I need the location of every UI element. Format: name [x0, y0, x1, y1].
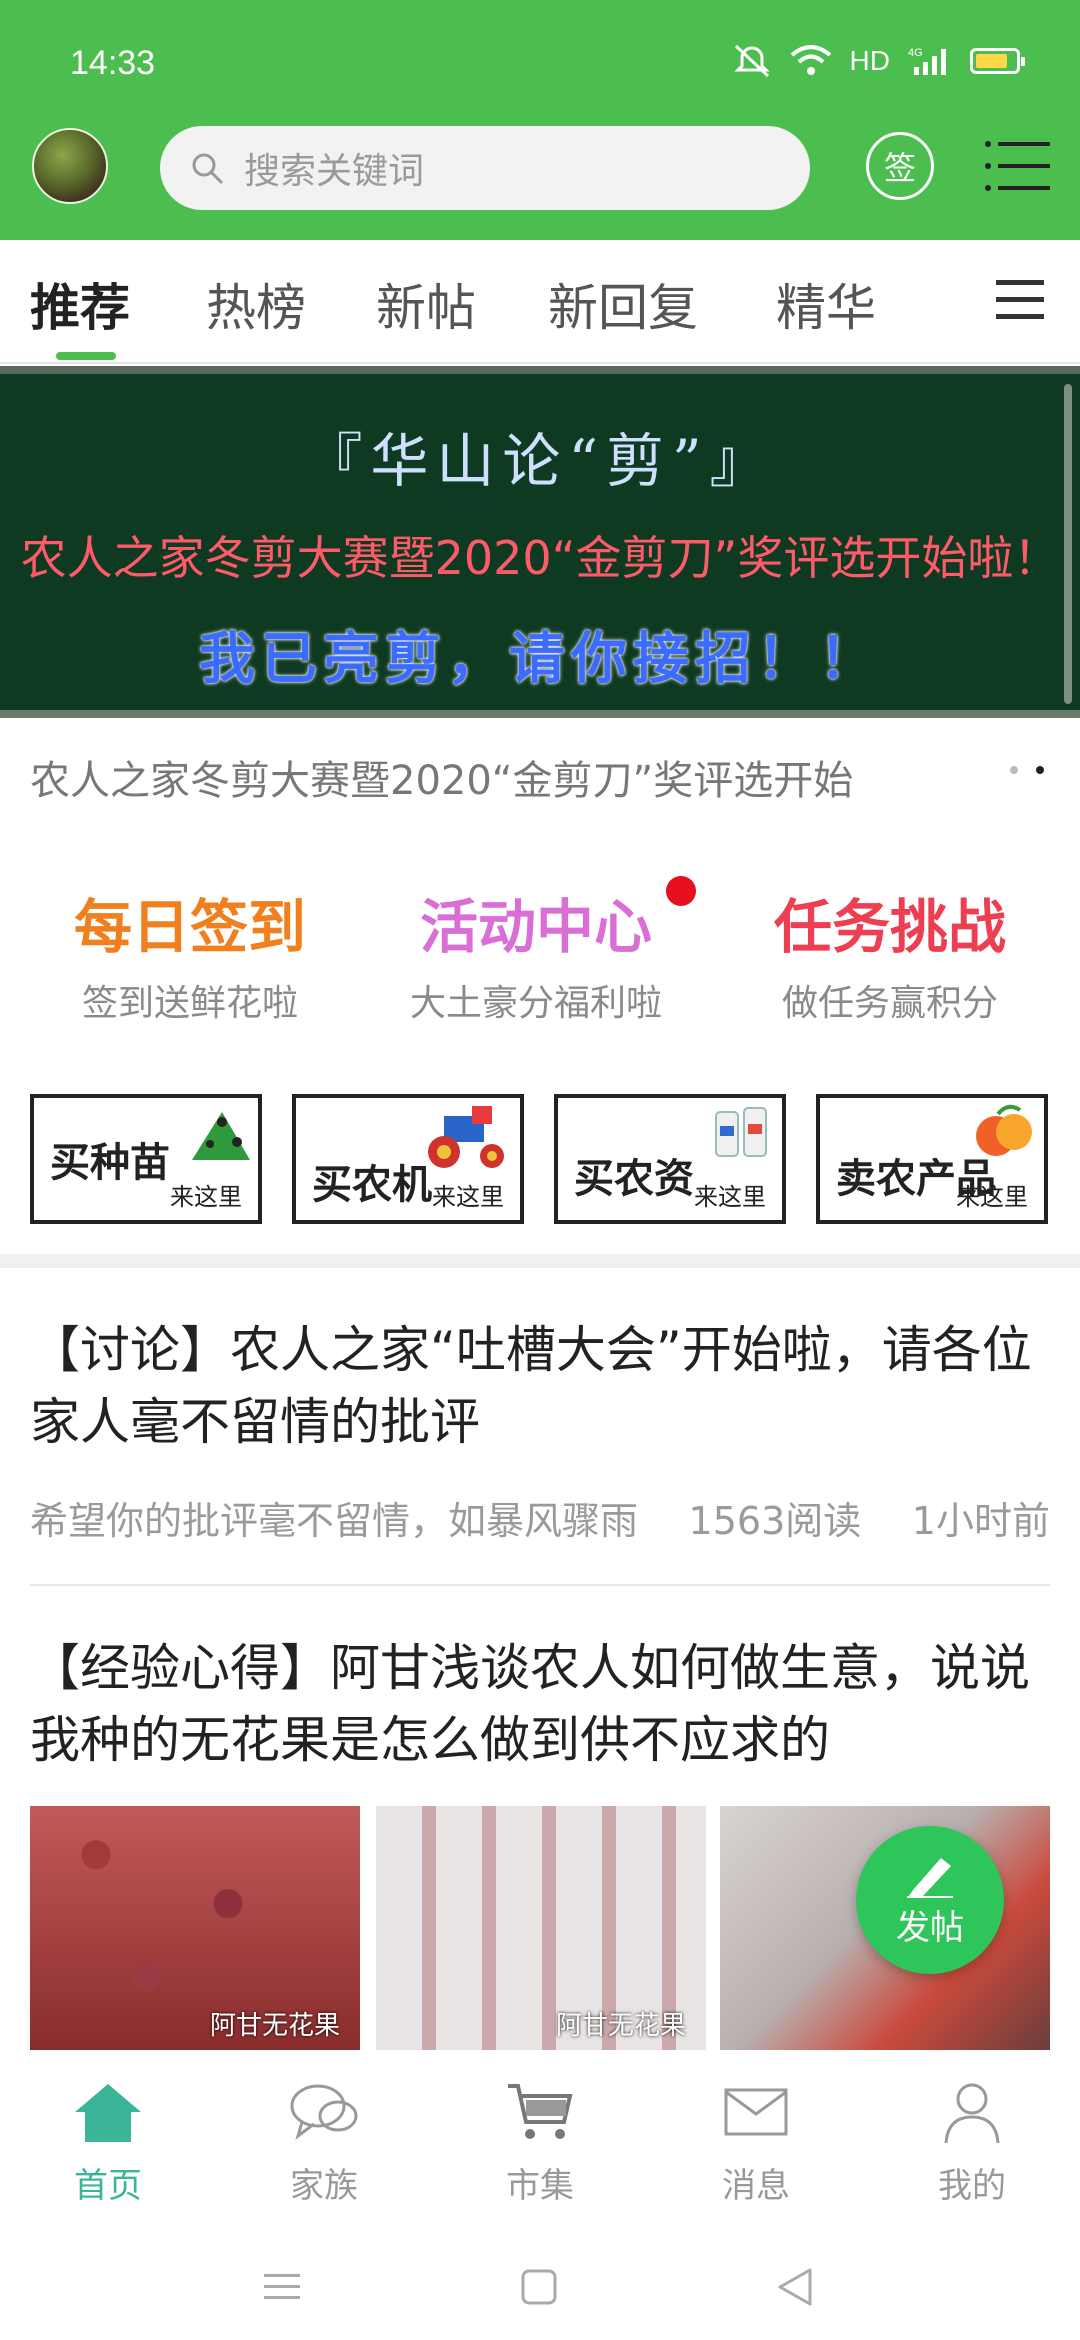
notification-dot: [666, 876, 696, 906]
carousel-dot-active[interactable]: [1036, 766, 1044, 774]
card-sub: 来这里: [956, 1183, 1028, 1211]
avatar[interactable]: [32, 128, 108, 204]
buy-seedlings-card[interactable]: 买种苗 来这里: [30, 1094, 262, 1224]
signal-icon: 4G: [908, 47, 946, 75]
post-title[interactable]: 【经验心得】阿甘浅谈农人如何做生意，说说我种的无花果是怎么做到供不应求的: [30, 1632, 1050, 1776]
banner-subheading: 农人之家冬剪大赛暨2020“金剪刀”奖评选开始啦！: [20, 531, 1060, 585]
nav-label: 消息: [722, 2166, 790, 2206]
banner-heading: 『华山论“剪”』: [304, 427, 776, 495]
card-label: 买农资: [574, 1156, 694, 1202]
svg-text:4G: 4G: [908, 47, 923, 59]
nav-family[interactable]: 家族: [224, 2074, 424, 2207]
mail-icon: [724, 2088, 788, 2136]
seedling-icon: [192, 1112, 250, 1160]
new-post-button[interactable]: 发帖: [856, 1826, 1004, 1974]
status-time: 14:33: [70, 44, 156, 82]
nav-profile[interactable]: 我的: [872, 2074, 1072, 2207]
carousel-dot[interactable]: [1010, 766, 1018, 774]
card-label: 买种苗: [50, 1140, 170, 1186]
pencil-icon: [907, 1857, 953, 1898]
nav-home[interactable]: 首页: [8, 2074, 208, 2207]
tab-hot[interactable]: 热榜: [206, 268, 306, 340]
post-title[interactable]: 【讨论】农人之家“吐槽大会”开始啦，请各位家人毫不留情的批评: [30, 1314, 1050, 1458]
category-tabs: 推荐 热榜 新帖 新回复 精华: [0, 240, 1080, 364]
sign-in-label: 签: [883, 149, 916, 187]
buy-supplies-card[interactable]: 买农资 来这里: [554, 1094, 786, 1224]
search-icon: [192, 153, 223, 184]
tab-new-posts[interactable]: 新帖: [376, 268, 476, 340]
tab-new-replies[interactable]: 新回复: [548, 268, 698, 340]
fertilizer-icon: [715, 1107, 767, 1157]
wifi-icon: [790, 45, 831, 75]
promo-banner[interactable]: 『华山论“剪”』 农人之家冬剪大赛暨2020“金剪刀”奖评选开始啦！ 我已亮剪，…: [0, 366, 1080, 718]
buy-machinery-card[interactable]: 买农机 来这里: [292, 1094, 524, 1224]
post-excerpt: 希望你的批评毫不留情，如暴风骤雨: [30, 1499, 639, 1543]
hd-indicator: HD: [849, 45, 890, 76]
thumb-label: 阿甘无花果: [555, 2011, 686, 2041]
card-sub: 来这里: [432, 1183, 504, 1211]
card-sub: 来这里: [170, 1183, 242, 1211]
post-reads: 1563阅读: [688, 1499, 862, 1543]
cart-icon: [508, 2084, 573, 2139]
tab-featured[interactable]: 精华: [776, 268, 876, 340]
bottom-nav: 首页 家族 市集 消息 我的: [0, 2050, 1080, 2230]
top-bar: 14:33 HD 4G 搜索关键词 签: [0, 0, 1080, 240]
status-icons: HD 4G: [732, 44, 1025, 78]
battery-icon: [970, 48, 1025, 74]
search-bar[interactable]: 搜索关键词: [160, 126, 810, 210]
banner-caption: 农人之家冬剪大赛暨2020“金剪刀”奖评选开始: [30, 758, 854, 804]
post-time: 1小时前: [911, 1499, 1050, 1543]
home-button-icon[interactable]: [520, 2268, 558, 2306]
task-challenge[interactable]: 任务挑战 做任务赢积分: [740, 880, 1040, 1026]
sell-produce-card[interactable]: 卖农产品 来这里: [816, 1094, 1048, 1224]
activity-subtitle: 签到送鲜花啦: [81, 983, 298, 1024]
carousel-dots: [1010, 766, 1044, 774]
banner-scrollbar: [1064, 384, 1072, 704]
nav-messages[interactable]: 消息: [656, 2074, 856, 2207]
nav-label: 我的: [938, 2166, 1006, 2206]
nav-label: 家族: [290, 2166, 358, 2206]
search-placeholder: 搜索关键词: [244, 151, 425, 192]
menu-icon[interactable]: [984, 138, 1050, 194]
activity-title: 活动中心: [419, 893, 652, 961]
chat-icon: [290, 2084, 358, 2140]
post-thumbnail[interactable]: 阿甘无花果: [376, 1806, 706, 2050]
nav-label: 首页: [74, 2166, 142, 2206]
activity-title: 任务挑战: [773, 893, 1006, 961]
thumb-label: 阿甘无花果: [209, 2011, 340, 2041]
post-meta: 希望你的批评毫不留情，如暴风骤雨 1563阅读 1小时前: [30, 1490, 1050, 1545]
activity-title: 每日签到: [73, 893, 306, 961]
home-icon: [75, 2084, 141, 2142]
section-divider: [0, 1254, 1080, 1268]
activity-center[interactable]: 活动中心 大土豪分福利啦: [386, 876, 696, 1026]
banner-tagline: 我已亮剪，请你接招！！: [199, 627, 881, 692]
nav-market[interactable]: 市集: [440, 2074, 640, 2207]
user-icon: [944, 2083, 1000, 2144]
card-sub: 来这里: [694, 1183, 766, 1211]
active-tab-indicator: [56, 352, 116, 360]
back-icon[interactable]: [776, 2266, 814, 2308]
activity-subtitle: 大土豪分福利啦: [409, 983, 662, 1024]
post-divider: [30, 1584, 1050, 1586]
post-thumbnail[interactable]: 阿甘无花果: [30, 1806, 360, 2050]
recent-apps-icon[interactable]: [262, 2270, 302, 2304]
system-nav-bar: [0, 2230, 1080, 2340]
tab-recommend[interactable]: 推荐: [30, 268, 130, 340]
nav-label: 市集: [506, 2166, 574, 2206]
daily-check-in[interactable]: 每日签到 签到送鲜花啦: [40, 880, 340, 1026]
mute-icon: [733, 44, 770, 78]
activity-subtitle: 做任务赢积分: [781, 983, 998, 1024]
sign-in-button[interactable]: 签: [866, 132, 934, 200]
fab-label: 发帖: [896, 1907, 964, 1948]
hamburger-icon[interactable]: [994, 276, 1046, 324]
card-label: 买农机: [312, 1162, 432, 1208]
